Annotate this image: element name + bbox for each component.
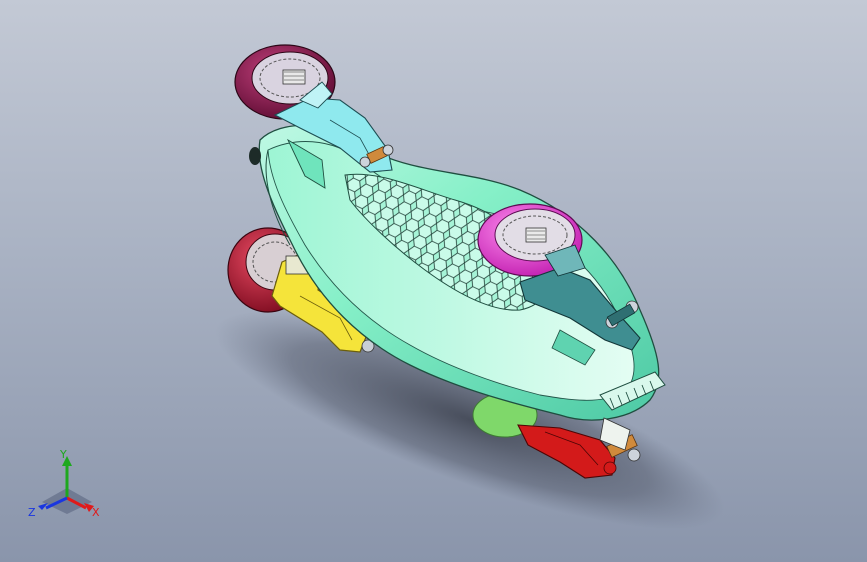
z-axis-label: Z	[28, 506, 36, 519]
y-axis-label: Y	[59, 448, 67, 461]
cad-viewport[interactable]: Y X Z	[0, 0, 867, 562]
orientation-triad[interactable]: Y X Z	[22, 448, 112, 528]
skateboard-3d-model[interactable]	[0, 0, 867, 562]
x-axis-label: X	[92, 506, 100, 519]
